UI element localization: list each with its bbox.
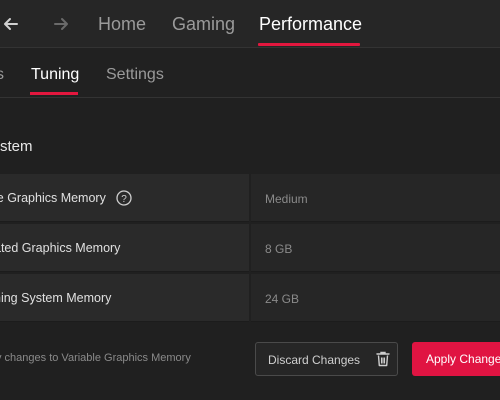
discard-changes-button[interactable]: Discard Changes <box>255 342 398 376</box>
row-value-cell[interactable]: Medium <box>251 174 500 222</box>
row-value-cell: 8 GB <box>251 224 500 272</box>
row-label-cell: ning System Memory <box>0 274 249 322</box>
help-icon[interactable]: ? <box>116 190 132 206</box>
settings-row: le Graphics Memory ? Medium <box>0 174 500 222</box>
sub-navigation-bar: s Tuning Settings <box>0 48 500 98</box>
apply-button-label: Apply Changes <box>426 352 500 366</box>
settings-row: ning System Memory 24 GB <box>0 274 500 322</box>
svg-text:?: ? <box>121 194 127 205</box>
row-label: ning System Memory <box>0 291 112 305</box>
tab-gaming[interactable]: Gaming <box>172 14 235 35</box>
section-title: stem <box>0 138 33 155</box>
subtab-partial[interactable]: s <box>0 66 4 84</box>
discard-button-label: Discard Changes <box>268 353 361 367</box>
row-value: 8 GB <box>265 242 293 256</box>
row-label-cell: ated Graphics Memory <box>0 224 249 272</box>
settings-row: ated Graphics Memory 8 GB <box>0 224 500 272</box>
back-arrow-icon[interactable] <box>0 13 22 35</box>
row-label-cell: le Graphics Memory ? <box>0 174 249 222</box>
apply-changes-button[interactable]: Apply Changes <box>412 342 500 376</box>
tab-performance[interactable]: Performance <box>259 14 362 35</box>
row-value: 24 GB <box>265 292 300 306</box>
tab-home[interactable]: Home <box>98 14 146 35</box>
active-tab-indicator <box>258 43 360 46</box>
subtab-tuning[interactable]: Tuning <box>31 66 79 84</box>
footer-note: y changes to Variable Graphics Memory <box>0 352 191 364</box>
active-subtab-indicator <box>30 92 78 95</box>
memory-settings-panel: le Graphics Memory ? Medium ated Graphic… <box>0 174 500 324</box>
forward-arrow-icon[interactable] <box>50 13 72 35</box>
row-label: ated Graphics Memory <box>0 241 121 255</box>
row-value-cell: 24 GB <box>251 274 500 322</box>
top-navigation-bar: Home Gaming Performance <box>0 0 500 48</box>
app-window: Home Gaming Performance s Tuning Setting… <box>0 0 500 400</box>
row-value: Medium <box>265 192 308 206</box>
subtab-settings[interactable]: Settings <box>106 66 164 84</box>
row-label: le Graphics Memory <box>0 191 106 205</box>
trash-icon <box>374 350 392 368</box>
